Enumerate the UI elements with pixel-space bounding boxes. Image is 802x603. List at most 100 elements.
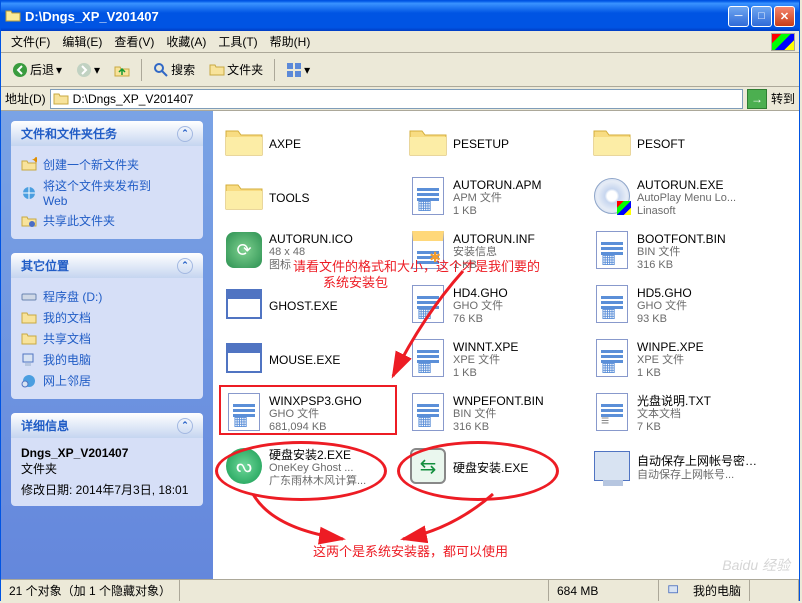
tasks-panel-header[interactable]: 文件和文件夹任务 ⌃	[11, 121, 203, 146]
file-item[interactable]: AUTORUN.EXEAutoPlay Menu Lo...Linasoft	[591, 175, 771, 221]
maximize-button[interactable]: □	[751, 6, 772, 27]
annotation-arrow-2	[243, 489, 363, 549]
search-icon	[153, 62, 169, 78]
up-folder-icon	[114, 62, 130, 78]
shared-link[interactable]: 共享文档	[21, 328, 193, 349]
menu-help[interactable]: 帮助(H)	[264, 31, 317, 52]
menu-file[interactable]: 文件(F)	[5, 31, 56, 52]
file-item[interactable]: AXPE	[223, 121, 403, 167]
txt-icon	[591, 391, 633, 433]
back-button[interactable]: 后退 ▾	[7, 58, 67, 81]
file-item[interactable]: PESETUP	[407, 121, 587, 167]
panel-title: 文件和文件夹任务	[21, 125, 117, 142]
views-icon	[286, 62, 302, 78]
file-item[interactable]: AUTORUN.INF安装信息1 KB	[407, 229, 587, 275]
details-panel-header[interactable]: 详细信息 ⌃	[11, 413, 203, 438]
file-item[interactable]: 自动保存上网帐号密码到U盘.EXE自动保存上网帐号...	[591, 445, 771, 491]
collapse-icon: ⌃	[177, 258, 193, 274]
menu-edit[interactable]: 编辑(E)	[56, 31, 108, 52]
cd-icon	[591, 175, 633, 217]
details-panel: 详细信息 ⌃ Dngs_XP_V201407 文件夹 修改日期: 2014年7月…	[11, 413, 203, 506]
mydocs-link[interactable]: 我的文档	[21, 307, 193, 328]
chevron-down-icon: ▾	[56, 63, 62, 77]
file-name: HD4.GHO	[453, 286, 508, 300]
file-meta: 316 KB	[637, 259, 726, 272]
file-item[interactable]: BOOTFONT.BINBIN 文件316 KB	[591, 229, 771, 275]
network-link[interactable]: 网上邻居	[21, 370, 193, 391]
link-label: 我的电脑	[43, 351, 91, 368]
computer-icon	[667, 584, 681, 598]
windows-flag-icon	[771, 33, 795, 51]
file-name: WINXPSP3.GHO	[269, 394, 362, 408]
file-item[interactable]: WINXPSP3.GHOGHO 文件681,094 KB	[223, 391, 403, 437]
disk-link[interactable]: 程序盘 (D:)	[21, 286, 193, 307]
chevron-down-icon: ▾	[304, 63, 310, 77]
other-panel-header[interactable]: 其它位置 ⌃	[11, 253, 203, 278]
file-name: WINNT.XPE	[453, 340, 518, 354]
menu-view[interactable]: 查看(V)	[108, 31, 160, 52]
menu-fav[interactable]: 收藏(A)	[160, 31, 212, 52]
address-label: 地址(D)	[5, 90, 46, 107]
file-meta: BIN 文件	[637, 246, 726, 259]
forward-icon	[76, 62, 92, 78]
views-button[interactable]: ▾	[281, 59, 315, 81]
new-folder-icon: ✦	[21, 157, 37, 173]
minimize-button[interactable]: ─	[728, 6, 749, 27]
search-button[interactable]: 搜索	[148, 58, 200, 81]
doc-grid-icon	[591, 337, 633, 379]
panel-title: 其它位置	[21, 257, 69, 274]
folders-button[interactable]: 文件夹	[204, 58, 268, 81]
forward-button[interactable]: ▾	[71, 59, 105, 81]
gear-note-icon	[407, 229, 449, 271]
file-item[interactable]: MOUSE.EXE	[223, 337, 403, 383]
file-name: AUTORUN.EXE	[637, 178, 736, 192]
link-label: 共享文档	[43, 330, 91, 347]
file-meta: Linasoft	[637, 205, 736, 218]
publish-task[interactable]: 将这个文件夹发布到 Web	[21, 175, 193, 210]
go-button[interactable]: →	[747, 89, 767, 109]
window-title: D:\Dngs_XP_V201407	[25, 9, 728, 24]
status-bar: 21 个对象（加 1 个隐藏对象） 684 MB 我的电脑	[1, 579, 799, 601]
menu-tools[interactable]: 工具(T)	[212, 31, 263, 52]
address-input[interactable]	[50, 89, 743, 109]
doc-grid-icon	[591, 229, 633, 271]
file-item[interactable]: 光盘说明.TXT文本文档7 KB	[591, 391, 771, 437]
file-item[interactable]: AUTORUN.APMAPM 文件1 KB	[407, 175, 587, 221]
file-item[interactable]: WNPEFONT.BINBIN 文件316 KB	[407, 391, 587, 437]
file-item[interactable]: ⟳AUTORUN.ICO48 x 48图标	[223, 229, 403, 275]
tasks-panel: 文件和文件夹任务 ⌃ ✦创建一个新文件夹 将这个文件夹发布到 Web 共享此文件…	[11, 121, 203, 239]
file-item[interactable]: WINPE.XPEXPE 文件1 KB	[591, 337, 771, 383]
other-places-panel: 其它位置 ⌃ 程序盘 (D:) 我的文档 共享文档 我的电脑 网上邻居	[11, 253, 203, 399]
up-button[interactable]	[109, 59, 135, 81]
file-item[interactable]: TOOLS	[223, 175, 403, 221]
share-task[interactable]: 共享此文件夹	[21, 210, 193, 231]
computer-icon	[21, 352, 37, 368]
mycomp-link[interactable]: 我的电脑	[21, 349, 193, 370]
file-name: MOUSE.EXE	[269, 353, 340, 367]
exe-icon	[223, 337, 265, 379]
share-icon	[21, 213, 37, 229]
file-meta: 自动保存上网帐号...	[637, 469, 767, 482]
file-meta: 76 KB	[453, 313, 508, 326]
doc-grid-icon	[407, 337, 449, 379]
file-meta: 7 KB	[637, 421, 711, 434]
annotation-text-2: 这两个是系统安装器，都可以使用	[313, 541, 508, 560]
file-name: 硬盘安装.EXE	[453, 461, 528, 475]
new-folder-task[interactable]: ✦创建一个新文件夹	[21, 154, 193, 175]
file-item[interactable]: PESOFT	[591, 121, 771, 167]
file-name: HD5.GHO	[637, 286, 692, 300]
file-item[interactable]: HD4.GHOGHO 文件76 KB	[407, 283, 587, 329]
file-item[interactable]: ᔓ硬盘安装2.EXEOneKey Ghost ...广东雨林木风计算...	[223, 445, 403, 491]
close-button[interactable]: ✕	[774, 6, 795, 27]
doc-grid-icon	[223, 391, 265, 433]
file-pane[interactable]: AXPEPESETUPPESOFT TOOLSAUTORUN.APMAPM 文件1…	[213, 111, 799, 579]
file-item[interactable]: HD5.GHOGHO 文件93 KB	[591, 283, 771, 329]
file-item[interactable]: ⇆硬盘安装.EXE	[407, 445, 587, 491]
back-icon	[12, 62, 28, 78]
file-item[interactable]: GHOST.EXE	[223, 283, 403, 329]
file-item[interactable]: WINNT.XPEXPE 文件1 KB	[407, 337, 587, 383]
folder-icon	[53, 91, 69, 107]
disk-icon	[21, 289, 37, 305]
file-meta: 广东雨林木风计算...	[269, 475, 366, 488]
doc-grid-icon	[591, 283, 633, 325]
